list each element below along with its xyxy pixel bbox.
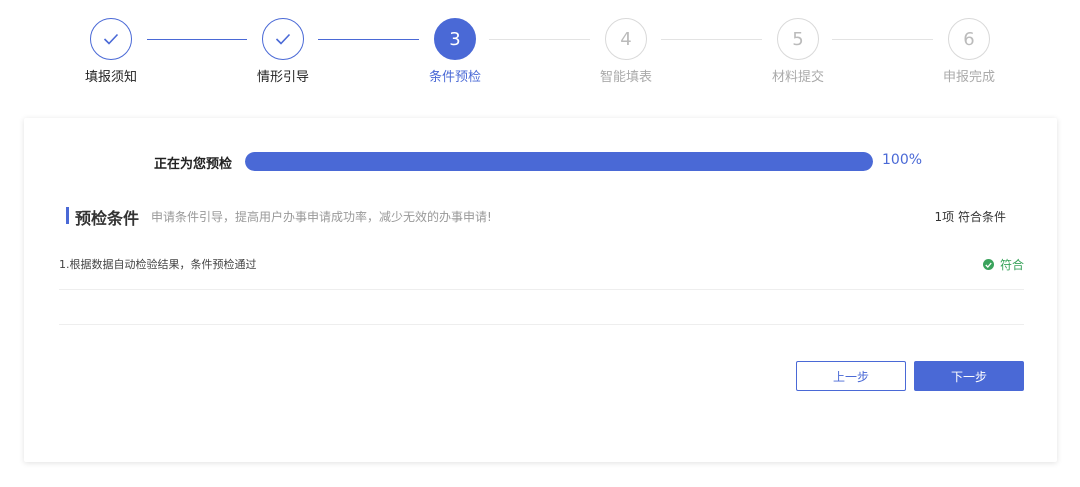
check-circle-icon bbox=[982, 259, 994, 270]
step-6-label: 申报完成 bbox=[942, 70, 995, 85]
prev-step-button[interactable]: 上一步 bbox=[796, 361, 906, 391]
section-accent-bar bbox=[66, 207, 69, 224]
next-step-button[interactable]: 下一步 bbox=[914, 361, 1024, 391]
section-count: 1项 符合条件 bbox=[934, 210, 1006, 224]
step-5-label: 材料提交 bbox=[771, 70, 824, 85]
condition-text: 1.根据数据自动检验结果，条件预检通过 bbox=[59, 258, 257, 271]
step-3: 3 条件预检 bbox=[395, 18, 515, 86]
condition-status: 符合 bbox=[982, 256, 1024, 273]
section-description: 申请条件引导，提高用户办事申请成功率，减少无效的办事申请! bbox=[151, 210, 492, 224]
step-3-circle: 3 bbox=[434, 18, 476, 60]
step-1-label: 填报须知 bbox=[84, 70, 137, 85]
step-progress-bar: 填报须知 情形引导 3 条件预检 4 智能填表 5 材料提交 6 申报完成 bbox=[0, 0, 1080, 100]
divider bbox=[59, 324, 1024, 325]
section-title: 预检条件 bbox=[75, 209, 140, 228]
check-icon bbox=[103, 33, 119, 45]
condition-status-label: 符合 bbox=[999, 258, 1024, 272]
section-header: 预检条件 申请条件引导，提高用户办事申请成功率，减少无效的办事申请! 1项 符合… bbox=[66, 205, 1016, 228]
progress-track bbox=[245, 152, 873, 171]
step-5: 5 材料提交 bbox=[738, 18, 858, 86]
step-1-circle bbox=[90, 18, 132, 60]
condition-row: 1.根据数据自动检验结果，条件预检通过 符合 bbox=[59, 250, 1024, 290]
step-4-label: 智能填表 bbox=[599, 70, 652, 85]
step-4: 4 智能填表 bbox=[566, 18, 686, 86]
step-4-circle: 4 bbox=[605, 18, 647, 60]
step-1: 填报须知 bbox=[51, 18, 171, 86]
progress-label: 正在为您预检 bbox=[154, 157, 233, 172]
step-2-circle bbox=[262, 18, 304, 60]
progress-percent: 100% bbox=[882, 152, 923, 168]
progress-fill bbox=[245, 152, 873, 171]
precheck-progress: 正在为您预检 100% bbox=[24, 151, 1057, 173]
step-2-label: 情形引导 bbox=[256, 70, 309, 85]
precheck-card: 正在为您预检 100% 预检条件 申请条件引导，提高用户办事申请成功率，减少无效… bbox=[24, 118, 1057, 462]
step-6-circle: 6 bbox=[948, 18, 990, 60]
step-2: 情形引导 bbox=[223, 18, 343, 86]
step-5-circle: 5 bbox=[777, 18, 819, 60]
step-3-label: 条件预检 bbox=[428, 70, 481, 85]
step-6: 6 申报完成 bbox=[909, 18, 1029, 86]
check-icon bbox=[275, 33, 291, 45]
